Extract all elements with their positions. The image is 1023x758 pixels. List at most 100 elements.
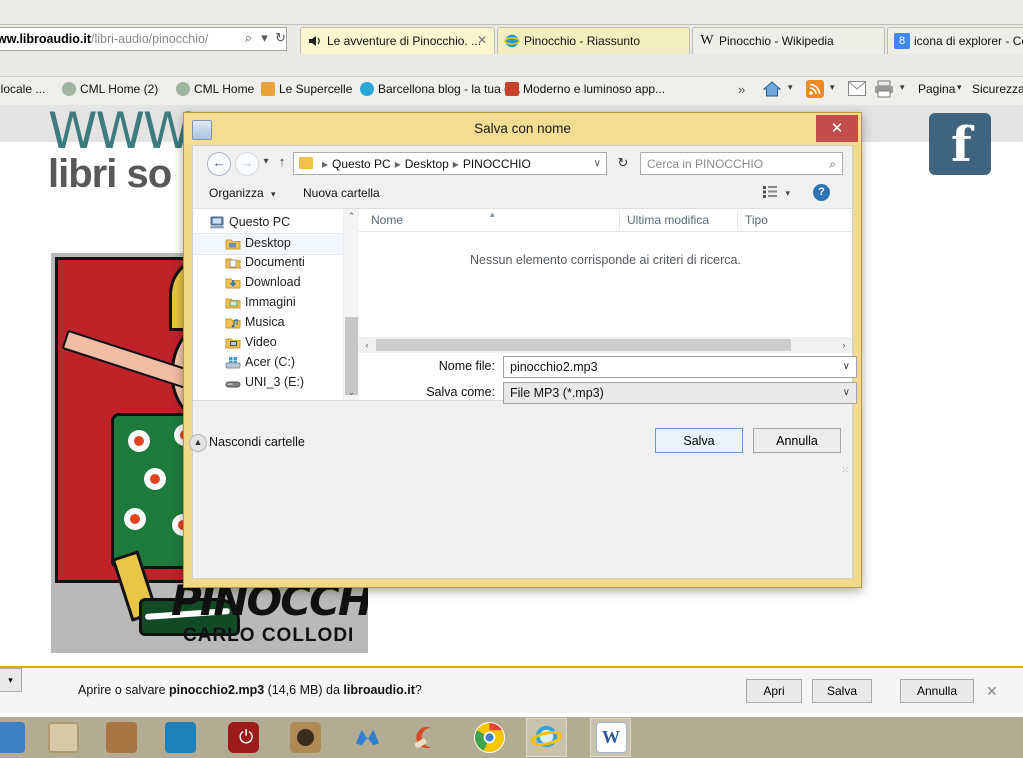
cancel-button[interactable]: Annulla [753, 428, 841, 453]
address-dropdown-icon[interactable]: ▾ [256, 29, 273, 46]
dialog-toolbar: Organizza ▾ Nuova cartella ▾ ? [193, 180, 852, 209]
tree-item-label: Questo PC [229, 215, 291, 229]
hide-folders-button[interactable]: ▲ Nascondi cartelle [189, 434, 305, 452]
tree-item-download[interactable]: Download [193, 273, 343, 293]
favorites-item-barcellona-blog[interactable]: Barcellona blog - la tua g... [360, 82, 521, 100]
tab-close-icon[interactable]: ✕ [476, 33, 488, 47]
tree-item-questo-pc[interactable]: Questo PC [193, 213, 343, 233]
chevron-down-icon: ▾ [785, 188, 790, 198]
tab-pinocchio-wikipedia[interactable]: W Pinocchio - Wikipedia [692, 27, 885, 54]
save-as-dialog: Salva con nome ✕ ← → ▾ ↑ ▸ Questo PC ▸ Desk… [183, 112, 862, 588]
taskbar-malwarebytes-icon[interactable] [352, 722, 383, 753]
favorites-overflow-icon[interactable]: » [738, 82, 745, 100]
taskbar-media-player-icon[interactable] [0, 722, 25, 753]
file-list-horizontal-scrollbar[interactable]: ‹ › [359, 337, 852, 353]
tree-item-desktop[interactable]: Desktop [193, 233, 343, 255]
favorites-item-cml-home[interactable]: CML Home [176, 82, 254, 100]
column-tipo[interactable]: Tipo [745, 213, 768, 227]
filetype-select[interactable]: File MP3 (*.mp3) ∨ [503, 382, 857, 404]
pagina-dropdown-icon[interactable]: ▾ [957, 82, 962, 93]
feeds-icon[interactable] [806, 80, 824, 98]
command-sicurezza[interactable]: Sicurezza [972, 82, 1023, 96]
taskbar-microsoft-word-icon[interactable]: W [596, 722, 627, 753]
taskbar-audacity-icon[interactable] [48, 722, 79, 753]
column-divider[interactable] [737, 211, 738, 229]
notification-size: (14,6 MB) da [264, 683, 344, 697]
home-icon[interactable] [762, 80, 782, 98]
save-button[interactable]: Salva [655, 428, 743, 453]
favorites-item-partial[interactable]: rilocale ... [0, 82, 45, 100]
favorites-item-cml-home-2[interactable]: CML Home (2) [62, 82, 158, 100]
search-input[interactable]: Cerca in PINOCCHIO ⌕ [640, 152, 843, 175]
column-ultima-modifica[interactable]: Ultima modifica [627, 213, 709, 227]
taskbar-ccleaner-icon[interactable] [412, 722, 443, 753]
documents-folder-icon [225, 258, 241, 269]
breadcrumb-desktop[interactable]: Desktop [405, 157, 449, 171]
breadcrumb-sep: ▸ [394, 157, 401, 171]
resize-grip[interactable]: ⁙ [841, 465, 849, 476]
tree-item-video[interactable]: Video [193, 333, 343, 353]
breadcrumb-questo-pc[interactable]: Questo PC [332, 157, 391, 171]
breadcrumb-pinocchio[interactable]: PINOCCHIO [463, 157, 531, 171]
forward-button[interactable]: → [235, 152, 259, 176]
dialog-refresh-icon[interactable]: ↻ [612, 152, 634, 175]
tab-icona-di-explorer[interactable]: 8 icona di explorer - Ce [887, 27, 1023, 54]
tree-item-label: Download [245, 275, 301, 289]
dialog-close-button[interactable]: ✕ [816, 115, 858, 142]
organizza-button[interactable]: Organizza ▾ [209, 186, 276, 200]
chrome-glyph [474, 722, 505, 753]
column-nome[interactable]: Nome [371, 213, 403, 227]
save-options-dropdown-icon[interactable]: ▾ [0, 668, 22, 692]
hscrollbar-thumb[interactable] [376, 339, 791, 351]
scroll-right-icon[interactable]: › [836, 337, 852, 353]
tree-item-immagini[interactable]: Immagini [193, 293, 343, 313]
scroll-left-icon[interactable]: ‹ [359, 337, 375, 353]
taskbar-shutdown-icon[interactable]: ⏻ [228, 722, 259, 753]
tree-item-musica[interactable]: Musica [193, 313, 343, 333]
facebook-letter: f [951, 117, 972, 173]
tab-pinocchio-riassunto[interactable]: Pinocchio - Riassunto [497, 27, 690, 54]
help-icon[interactable]: ? [813, 184, 830, 201]
taskbar-doc-converter-icon[interactable] [106, 722, 137, 753]
taskbar-notes-app-icon[interactable] [165, 722, 196, 753]
column-divider[interactable] [619, 211, 620, 229]
back-button[interactable]: ← [207, 152, 231, 176]
windows-taskbar: ⏻ W [0, 717, 1023, 758]
nuova-cartella-button[interactable]: Nuova cartella [303, 186, 380, 200]
up-button[interactable]: ↑ [275, 152, 289, 174]
recent-locations-button[interactable]: ▾ [259, 152, 273, 174]
tree-item-documenti[interactable]: Documenti [193, 253, 343, 273]
favorites-item-moderno-luminoso[interactable]: Moderno e luminoso app... [505, 82, 665, 100]
filename-input[interactable]: pinocchio2.mp3 ∨ [503, 356, 857, 378]
taskbar-internet-explorer-icon[interactable] [530, 722, 563, 753]
breadcrumb[interactable]: ▸ Questo PC ▸ Desktop ▸ PINOCCHIO ∨ [293, 152, 607, 175]
home-dropdown-icon[interactable]: ▾ [788, 82, 793, 93]
command-pagina[interactable]: Pagina [918, 82, 955, 96]
cancel-download-button[interactable]: Annulla [900, 679, 974, 703]
save-download-button[interactable]: Salva [812, 679, 872, 703]
breadcrumb-dropdown-icon[interactable]: ∨ [594, 158, 601, 169]
view-mode-button[interactable]: ▾ [763, 185, 790, 199]
chevron-down-icon[interactable]: ∨ [843, 387, 850, 398]
print-dropdown-icon[interactable]: ▾ [900, 82, 905, 93]
feeds-dropdown-icon[interactable]: ▾ [830, 82, 835, 93]
taskbar-speaker-app-icon[interactable] [290, 722, 321, 753]
favorites-label: rilocale ... [0, 82, 46, 96]
tab-le-avventure-di-pinocchio[interactable]: Le avventure di Pinocchio. ... ✕ [300, 27, 495, 54]
close-notification-icon[interactable]: ✕ [986, 683, 998, 700]
ccleaner-glyph [414, 726, 432, 749]
chevron-down-icon[interactable]: ∨ [843, 361, 850, 372]
ie-glyph [530, 725, 563, 748]
read-mail-icon[interactable] [848, 81, 866, 96]
dialog-title-bar[interactable]: Salva con nome ✕ [184, 113, 861, 145]
address-search-icon[interactable]: ⌕ [240, 29, 257, 46]
refresh-icon[interactable]: ↻ [272, 29, 289, 46]
scroll-up-icon[interactable]: ⌃ [344, 209, 359, 224]
open-button[interactable]: Apri [746, 679, 802, 703]
facebook-icon[interactable]: f [929, 113, 991, 175]
favorites-item-le-supercelle[interactable]: Le Supercelle [261, 82, 352, 100]
print-icon[interactable] [874, 80, 894, 98]
taskbar-google-chrome-icon[interactable] [474, 722, 505, 753]
cover-author: CARLO COLLODI [183, 625, 355, 646]
site-icon [62, 82, 76, 96]
